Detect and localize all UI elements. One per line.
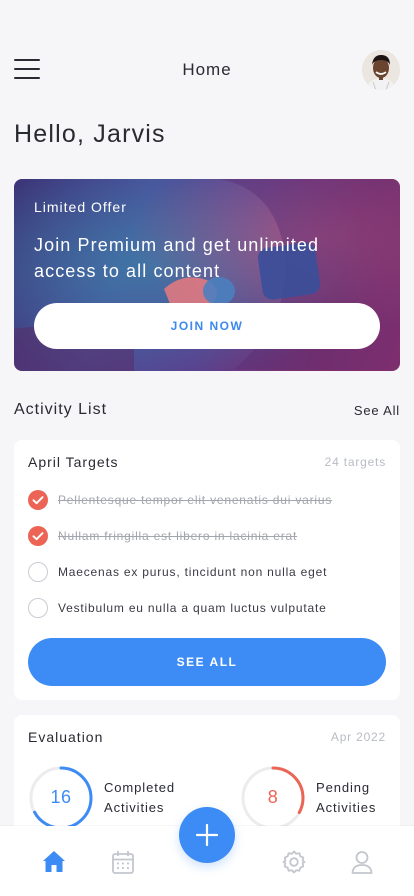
task-text: Maecenas ex purus, tincidunt non nulla e…	[58, 565, 328, 579]
task-text: Pellentesque tempor elit venenatis dui v…	[58, 493, 333, 507]
add-button[interactable]	[179, 807, 235, 863]
unchecked-circle-icon[interactable]	[28, 562, 48, 582]
task-item[interactable]: Pellentesque tempor elit venenatis dui v…	[28, 490, 388, 510]
stat-label-line: Pending	[316, 780, 371, 795]
calendar-icon[interactable]	[109, 848, 137, 876]
page-title: Home	[182, 60, 232, 79]
home-icon[interactable]	[40, 848, 68, 876]
join-now-button[interactable]: JOIN NOW	[34, 303, 380, 349]
checked-circle-icon[interactable]	[28, 526, 48, 546]
unchecked-circle-icon[interactable]	[28, 598, 48, 618]
pending-count: 8	[267, 787, 279, 807]
profile-icon[interactable]	[348, 848, 376, 876]
stat-label-line: Completed	[104, 780, 175, 795]
home-screen: Home Hello, Jarvis Limited Offer Join Pr…	[0, 0, 414, 896]
task-item[interactable]: Nullam fringilla est libero in lacinia e…	[28, 526, 388, 546]
task-item[interactable]: Maecenas ex purus, tincidunt non nulla e…	[28, 562, 388, 582]
task-text: Nullam fringilla est libero in lacinia e…	[58, 529, 298, 543]
greeting-heading: Hello, Jarvis	[14, 120, 166, 148]
april-targets-card: April Targets 24 targets Pellentesque te…	[14, 440, 400, 700]
see-all-link[interactable]: See All	[354, 403, 400, 418]
see-all-button[interactable]: SEE ALL	[28, 638, 386, 686]
banner-headline: Join Premium and get unlimited access to…	[34, 235, 320, 281]
card-title: April Targets	[28, 454, 119, 470]
evaluation-period: Apr 2022	[330, 730, 386, 744]
task-text: Vestibulum eu nulla a quam luctus vulput…	[58, 601, 327, 615]
completed-count: 16	[50, 787, 72, 807]
targets-count: 24 targets	[324, 455, 386, 469]
banner-tag: Limited Offer	[34, 199, 127, 215]
app-header: Home	[0, 44, 414, 96]
add-icon	[195, 823, 219, 847]
stat-label-line: Activities	[316, 800, 377, 815]
card-title: Evaluation	[28, 729, 104, 745]
premium-offer-banner: Limited Offer Join Premium and get unlim…	[14, 179, 400, 371]
pending-activities-stat: 8 Pending Activities	[240, 765, 400, 831]
user-avatar[interactable]	[362, 50, 400, 90]
settings-icon[interactable]	[280, 848, 308, 876]
activity-list-title: Activity List	[14, 401, 108, 418]
task-item[interactable]: Vestibulum eu nulla a quam luctus vulput…	[28, 598, 388, 618]
stat-label: Pending Activities	[316, 778, 414, 818]
checked-circle-icon[interactable]	[28, 490, 48, 510]
